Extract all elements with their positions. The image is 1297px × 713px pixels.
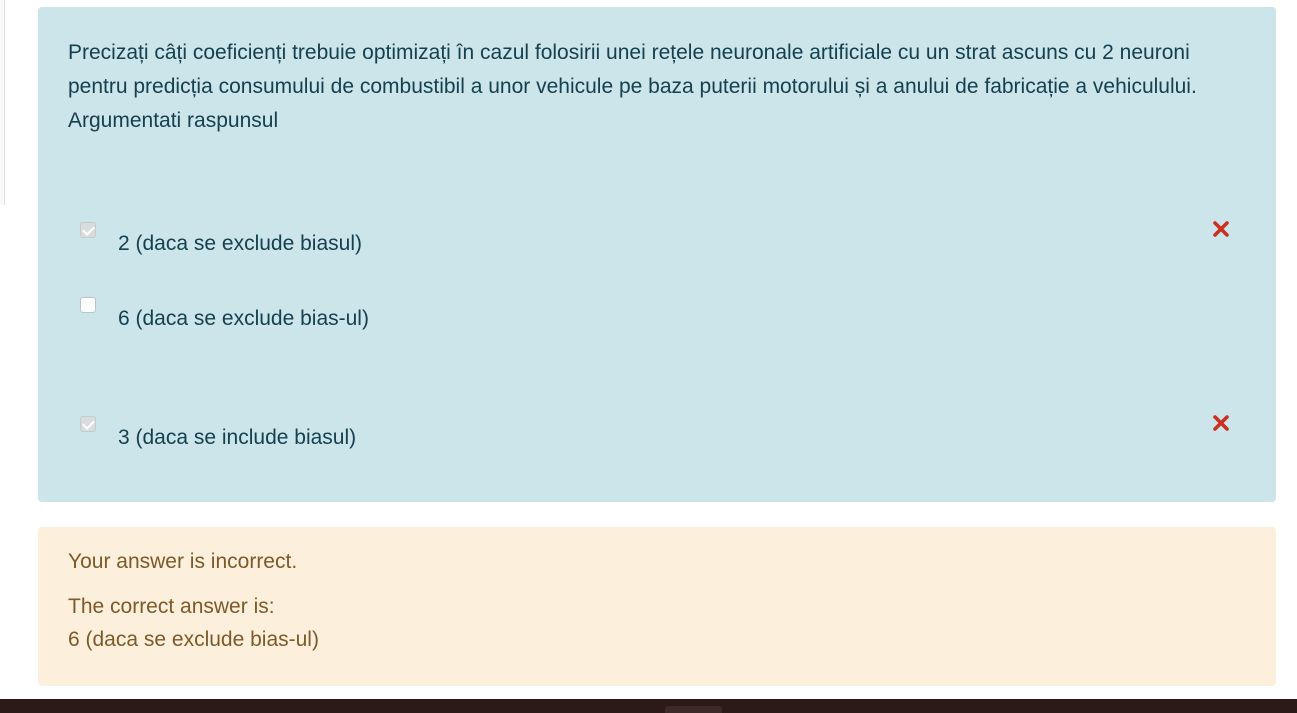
side-panel-edge xyxy=(0,0,5,205)
incorrect-icon xyxy=(1213,221,1229,237)
answer-option-1[interactable]: 2 (daca se exclude biasul) xyxy=(80,222,1180,262)
answer-checkbox[interactable] xyxy=(80,416,96,432)
footer-tab[interactable] xyxy=(665,706,722,713)
question-text: Precizați câți coeficienți trebuie optim… xyxy=(68,41,1197,132)
footer-bar xyxy=(0,699,1297,713)
answer-label: 3 (daca se include biasul) xyxy=(118,426,357,449)
incorrect-icon xyxy=(1213,415,1229,431)
answer-checkbox[interactable] xyxy=(80,222,96,238)
correct-answer-label: The correct answer is: xyxy=(68,595,275,618)
question-panel: Precizați câți coeficienți trebuie optim… xyxy=(38,7,1276,502)
answer-label: 6 (daca se exclude bias-ul) xyxy=(118,307,369,330)
feedback-panel: Your answer is incorrect. The correct an… xyxy=(38,527,1276,686)
answer-checkbox[interactable] xyxy=(80,297,96,313)
feedback-status: Your answer is incorrect. xyxy=(68,550,298,573)
correct-answer-value: 6 (daca se exclude bias-ul) xyxy=(68,628,319,651)
answer-label: 2 (daca se exclude biasul) xyxy=(118,232,362,255)
answer-option-2[interactable]: 6 (daca se exclude bias-ul) xyxy=(80,297,1180,337)
answer-option-3[interactable]: 3 (daca se include biasul) xyxy=(80,416,1180,456)
